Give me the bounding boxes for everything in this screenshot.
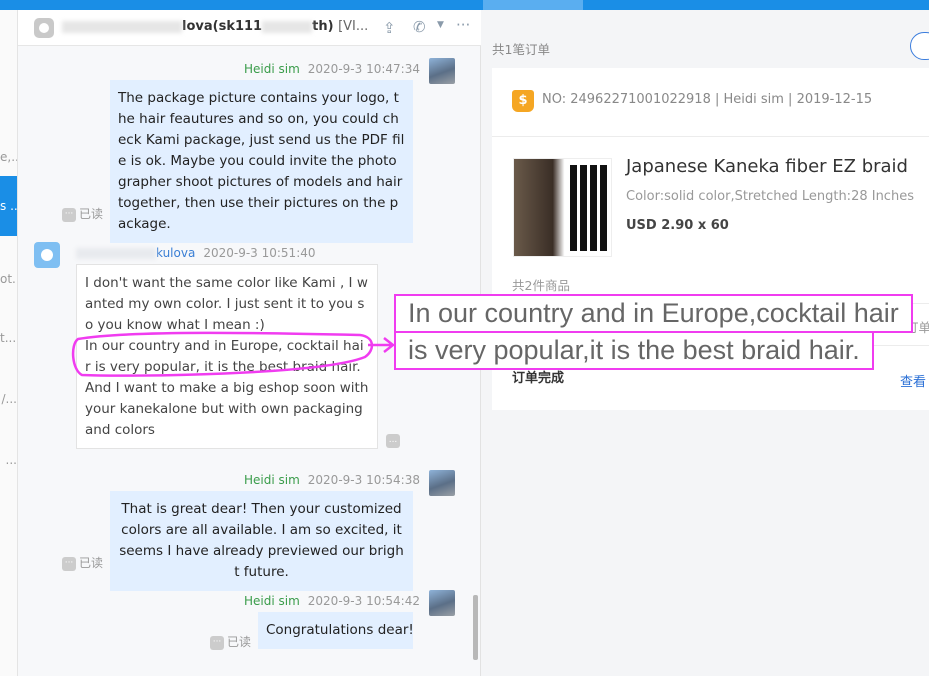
timestamp: 2020-9-3 10:54:42 xyxy=(307,594,420,608)
conversation-item[interactable]: e,... xyxy=(0,150,17,164)
sender-name: Heidi sim xyxy=(244,473,300,487)
share-icon[interactable]: ⇪ xyxy=(383,19,396,37)
view-order-link[interactable]: 查看 xyxy=(900,371,926,390)
chat-scrollbar[interactable] xyxy=(473,595,478,660)
product-image[interactable] xyxy=(513,158,612,257)
read-status: ··· 已读 xyxy=(62,205,103,222)
contact-tag: [VI... xyxy=(338,19,369,34)
conversation-item[interactable]: t.... xyxy=(0,331,17,345)
blurred-name xyxy=(62,20,182,33)
conversation-list: e,... s ... ot... t.... /... ... xyxy=(0,10,18,676)
top-bar xyxy=(0,0,929,10)
blurred-name xyxy=(76,248,156,259)
read-status: ··· 已读 xyxy=(62,554,103,571)
more-button[interactable]: ... xyxy=(386,434,400,448)
sender-name: kulova xyxy=(156,246,196,260)
message-bubble: The package picture contains your logo, … xyxy=(110,80,413,243)
timestamp: 2020-9-3 10:54:38 xyxy=(307,473,420,487)
avatar[interactable] xyxy=(429,58,455,84)
blurred-id xyxy=(262,20,313,33)
chat-header: lova(sk111 th) [VI... ⇪ ✆ ▼ ··· xyxy=(18,10,481,46)
product-title[interactable]: Japanese Kaneka fiber EZ braid xyxy=(626,156,908,177)
title-part: th) xyxy=(312,19,334,34)
message-meta: Heidi sim 2020-9-3 10:54:38 xyxy=(244,473,420,487)
divider xyxy=(492,136,929,137)
message-meta: kulova 2020-9-3 10:51:40 xyxy=(76,246,316,260)
chevron-down-icon[interactable]: ▼ xyxy=(437,20,444,30)
avatar[interactable] xyxy=(34,242,60,268)
more-icon[interactable]: ··· xyxy=(456,16,470,34)
order-header: NO: 24962271001022918 | Heidi sim | 2019… xyxy=(542,92,873,107)
order-count: 共1笔订单 xyxy=(492,42,550,57)
message-bubble: That is great dear! Then your customized… xyxy=(110,491,413,591)
message-bubble: Congratulations dear! xyxy=(258,612,414,649)
conversation-item[interactable]: ... xyxy=(0,453,17,467)
read-status: ··· 已读 xyxy=(210,633,251,650)
conversation-item-selected[interactable]: s ... xyxy=(0,176,17,236)
avatar[interactable] xyxy=(429,590,455,616)
annotation-line: In our country and in Europe,cocktail ha… xyxy=(394,294,913,333)
avatar[interactable] xyxy=(429,470,455,496)
sender-name: Heidi sim xyxy=(244,62,300,76)
sender-name: Heidi sim xyxy=(244,594,300,608)
dollar-shield-icon: $ xyxy=(512,90,534,112)
phone-icon[interactable]: ✆ xyxy=(413,18,426,36)
message-meta: Heidi sim 2020-9-3 10:47:34 xyxy=(244,62,420,76)
items-count: 共2件商品 xyxy=(512,278,570,293)
conversation-item[interactable]: ot... xyxy=(0,272,17,286)
product-price: USD 2.90 x 60 xyxy=(626,218,729,233)
product-spec: Color:solid color,Stretched Length:28 In… xyxy=(626,189,914,204)
message-meta: Heidi sim 2020-9-3 10:54:42 xyxy=(244,594,420,608)
title-part: lova(sk111 xyxy=(182,19,263,34)
highlight-ellipse xyxy=(71,331,396,377)
contact-title: lova(sk111 th) [VI... xyxy=(62,19,368,34)
braid-bundles-graphic xyxy=(570,165,610,251)
timestamp: 2020-9-3 10:47:34 xyxy=(307,62,420,76)
conversation-item[interactable]: /... xyxy=(0,392,18,406)
annotation-callout: In our country and in Europe,cocktail ha… xyxy=(394,294,913,370)
top-bar-highlight xyxy=(483,0,583,10)
timestamp: 2020-9-3 10:51:40 xyxy=(203,246,316,260)
annotation-line: is very popular,it is the best braid hai… xyxy=(394,331,874,370)
contact-avatar xyxy=(34,18,54,38)
